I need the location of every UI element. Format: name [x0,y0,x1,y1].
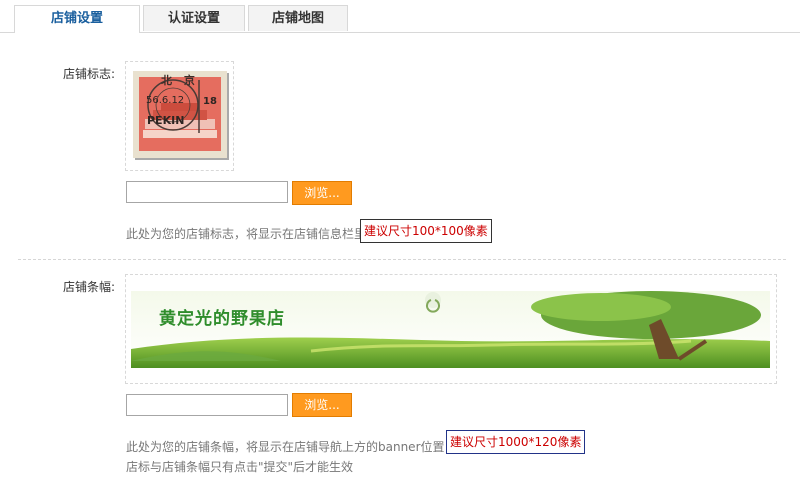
banner-note-text: 店标与店铺条幅只有点击"提交"后才能生效 [126,460,354,474]
banner-preview-image: 黄定光的野果店 [131,291,770,368]
logo-preview-image: 北 京 56.6.12 18 PEKIN [133,71,227,158]
tab-verification-settings[interactable]: 认证设置 [143,5,245,31]
section-divider [18,259,786,260]
logo-preview-box: 北 京 56.6.12 18 PEKIN [125,61,234,171]
tab-store-settings[interactable]: 店铺设置 [14,5,140,33]
stamp-postmark-city: PEKIN [147,114,185,127]
stamp-postmark-hour: 18 [203,96,217,107]
banner-file-input[interactable] [126,394,288,416]
banner-shop-name: 黄定光的野果店 [159,309,285,329]
tab-bar: 店铺设置 认证设置 店铺地图 [0,0,800,33]
banner-preview-box: 黄定光的野果店 [125,274,777,384]
stamp-postmark-date: 56.6.12 [146,95,185,106]
logo-hint-text: 此处为您的店铺标志，将显示在店铺信息栏里 [126,227,367,241]
store-logo-label: 店铺标志: [63,67,116,81]
tab-store-map[interactable]: 店铺地图 [248,5,348,31]
banner-recommended-size: 建议尺寸1000*120像素 [446,430,586,454]
banner-hint-text: 此处为您的店铺条幅，将显示在店铺导航上方的banner位置， [126,440,457,454]
store-banner-label: 店铺条幅: [63,280,116,294]
logo-file-input[interactable] [126,181,288,203]
banner-artwork [131,291,770,368]
logo-recommended-size: 建议尺寸100*100像素 [360,219,492,243]
stamp-postmark-top: 北 京 [161,74,199,87]
banner-browse-button[interactable]: 浏览... [292,393,352,417]
logo-browse-button[interactable]: 浏览... [292,181,352,205]
